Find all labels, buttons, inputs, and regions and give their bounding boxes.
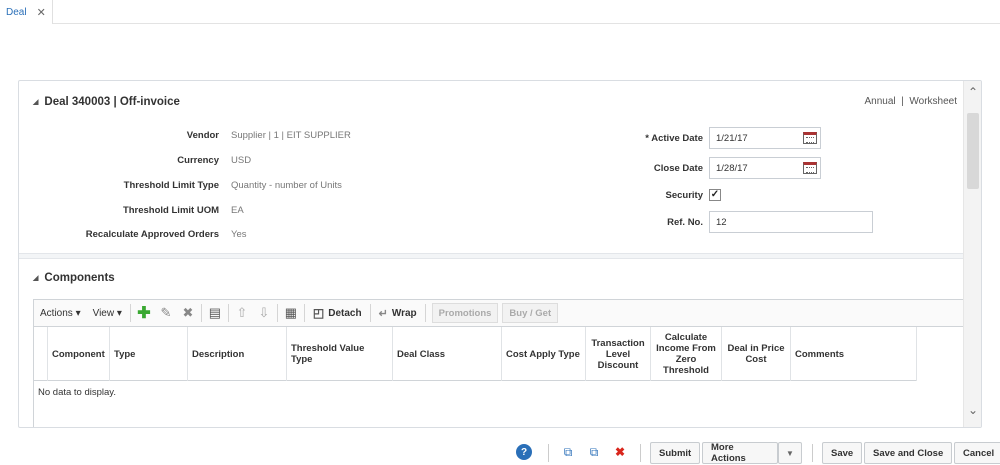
calendar-icon[interactable] [803, 132, 817, 144]
move-up-icon[interactable]: ⇧ [231, 302, 253, 324]
move-down-icon[interactable]: ⇩ [253, 302, 275, 324]
footer-separator [640, 444, 641, 462]
deal-header[interactable]: ◢ Deal 340003 | Off-invoice [33, 96, 180, 108]
security-checkbox[interactable]: ✓ [709, 189, 721, 201]
footer-bar: ? ⧉ ⧉ ✖ Submit More Actions ▼ Save Save … [0, 436, 1000, 465]
scroll-down-icon[interactable]: ⌄ [964, 403, 981, 417]
components-toolbar: Actions ▾ View ▾ ✚ ✎ ✖ ▤ ⇧ ⇩ ▦ ◰ Detach … [33, 299, 969, 327]
recalc-label: Recalculate Approved Orders [85, 229, 219, 240]
components-table: Component Type Description Threshold Val… [33, 327, 969, 427]
empty-message: No data to display. [38, 387, 116, 398]
col-calculate-income[interactable]: Calculate Income From Zero Threshold [651, 327, 722, 381]
col-deal-class[interactable]: Deal Class [393, 327, 502, 381]
deal-title: Deal 340003 | Off-invoice [44, 96, 180, 108]
detach-button[interactable]: ◰ Detach [307, 300, 368, 326]
paste-icon[interactable]: ⧉ [586, 444, 602, 460]
tab-bar: Deal ✕ [0, 0, 1000, 24]
recalc-value: Yes [231, 229, 247, 240]
buy-get-button[interactable]: Buy / Get [502, 303, 559, 323]
close-date-input[interactable]: 1/28/17 [709, 157, 821, 179]
collapse-triangle-icon[interactable]: ◢ [33, 274, 38, 282]
freeze-icon[interactable]: ▦ [280, 302, 302, 324]
threshold-type-label: Threshold Limit Type [123, 180, 219, 191]
toolbar-separator [129, 304, 131, 322]
security-label: Security [665, 190, 704, 201]
threshold-type-value: Quantity - number of Units [231, 180, 342, 191]
view-menu[interactable]: View ▾ [87, 300, 128, 326]
actions-menu[interactable]: Actions ▾ [34, 300, 87, 326]
toolbar-separator [200, 304, 202, 322]
promotions-button[interactable]: Promotions [431, 303, 499, 323]
vendor-value: Supplier | 1 | EIT SUPPLIER [231, 130, 351, 141]
edit-icon[interactable]: ✎ [155, 302, 177, 324]
close-date-value: 1/28/17 [716, 163, 748, 174]
tab-label[interactable]: Deal [6, 7, 27, 18]
scroll-up-icon[interactable]: ⌃ [964, 85, 981, 99]
currency-value: USD [231, 155, 252, 166]
detach-label: Detach [328, 307, 362, 319]
col-type[interactable]: Type [110, 327, 188, 381]
add-icon[interactable]: ✚ [133, 302, 155, 324]
col-component[interactable]: Component [48, 327, 110, 381]
currency-label: Currency [177, 155, 219, 166]
copy-icon[interactable]: ⧉ [560, 444, 576, 460]
row-header-spacer [34, 327, 48, 381]
section-divider [19, 253, 965, 259]
close-icon[interactable]: ✕ [37, 6, 46, 19]
active-date-label: * Active Date [645, 133, 703, 144]
ref-no-input[interactable]: 12 [709, 211, 873, 233]
delete-icon[interactable]: ✖ [612, 444, 628, 460]
submit-button[interactable]: Submit [650, 442, 701, 464]
toolbar-separator [303, 304, 305, 322]
active-date-value: 1/21/17 [716, 133, 748, 144]
scrollbar-thumb[interactable] [967, 113, 979, 189]
threshold-uom-label: Threshold Limit UOM [122, 205, 219, 216]
components-title: Components [44, 272, 115, 284]
link-worksheet[interactable]: Worksheet [909, 96, 957, 107]
cancel-button[interactable]: Cancel [954, 442, 1000, 464]
components-header[interactable]: ◢ Components [33, 272, 115, 284]
collapse-triangle-icon[interactable]: ◢ [33, 98, 38, 106]
save-button[interactable]: Save [822, 442, 863, 464]
help-icon[interactable]: ? [516, 444, 532, 460]
close-date-label: Close Date [653, 163, 703, 174]
toolbar-separator [424, 304, 426, 322]
link-separator: | [901, 96, 904, 107]
wrap-label: Wrap [391, 307, 417, 319]
footer-separator [812, 444, 813, 462]
threshold-uom-value: EA [231, 205, 244, 216]
col-description[interactable]: Description [188, 327, 287, 381]
toolbar-separator [369, 304, 371, 322]
calendar-icon[interactable] [803, 162, 817, 174]
toolbar-separator [276, 304, 278, 322]
col-transaction-level-discount[interactable]: Transaction Level Discount [586, 327, 651, 381]
chevron-down-icon[interactable]: ▼ [778, 442, 802, 464]
link-annual[interactable]: Annual [865, 96, 896, 107]
col-cost-apply-type[interactable]: Cost Apply Type [502, 327, 586, 381]
wrap-icon: ↵ [378, 307, 388, 320]
deal-panel: ◢ Deal 340003 | Off-invoice Annual | Wor… [18, 80, 982, 428]
deal-links: Annual | Worksheet [865, 96, 958, 107]
toolbar-separator [227, 304, 229, 322]
col-threshold-value-type[interactable]: Threshold Value Type [287, 327, 393, 381]
ref-no-label: Ref. No. [667, 217, 703, 228]
table-header: Component Type Description Threshold Val… [34, 327, 917, 381]
more-actions-button[interactable]: More Actions [702, 442, 778, 464]
vertical-scrollbar[interactable]: ⌃ ⌄ [963, 81, 981, 427]
col-comments[interactable]: Comments [791, 327, 917, 381]
detach-icon: ◰ [312, 306, 325, 320]
export-icon[interactable]: ▤ [204, 302, 226, 324]
remove-icon[interactable]: ✖ [177, 302, 199, 324]
footer-separator [548, 444, 549, 462]
save-and-close-button[interactable]: Save and Close [864, 442, 953, 464]
active-date-input[interactable]: 1/21/17 [709, 127, 821, 149]
vendor-label: Vendor [186, 130, 219, 141]
tab-deal[interactable]: Deal ✕ [0, 0, 53, 24]
col-deal-in-price-cost[interactable]: Deal in Price Cost [722, 327, 791, 381]
wrap-button[interactable]: ↵ Wrap [373, 300, 423, 326]
